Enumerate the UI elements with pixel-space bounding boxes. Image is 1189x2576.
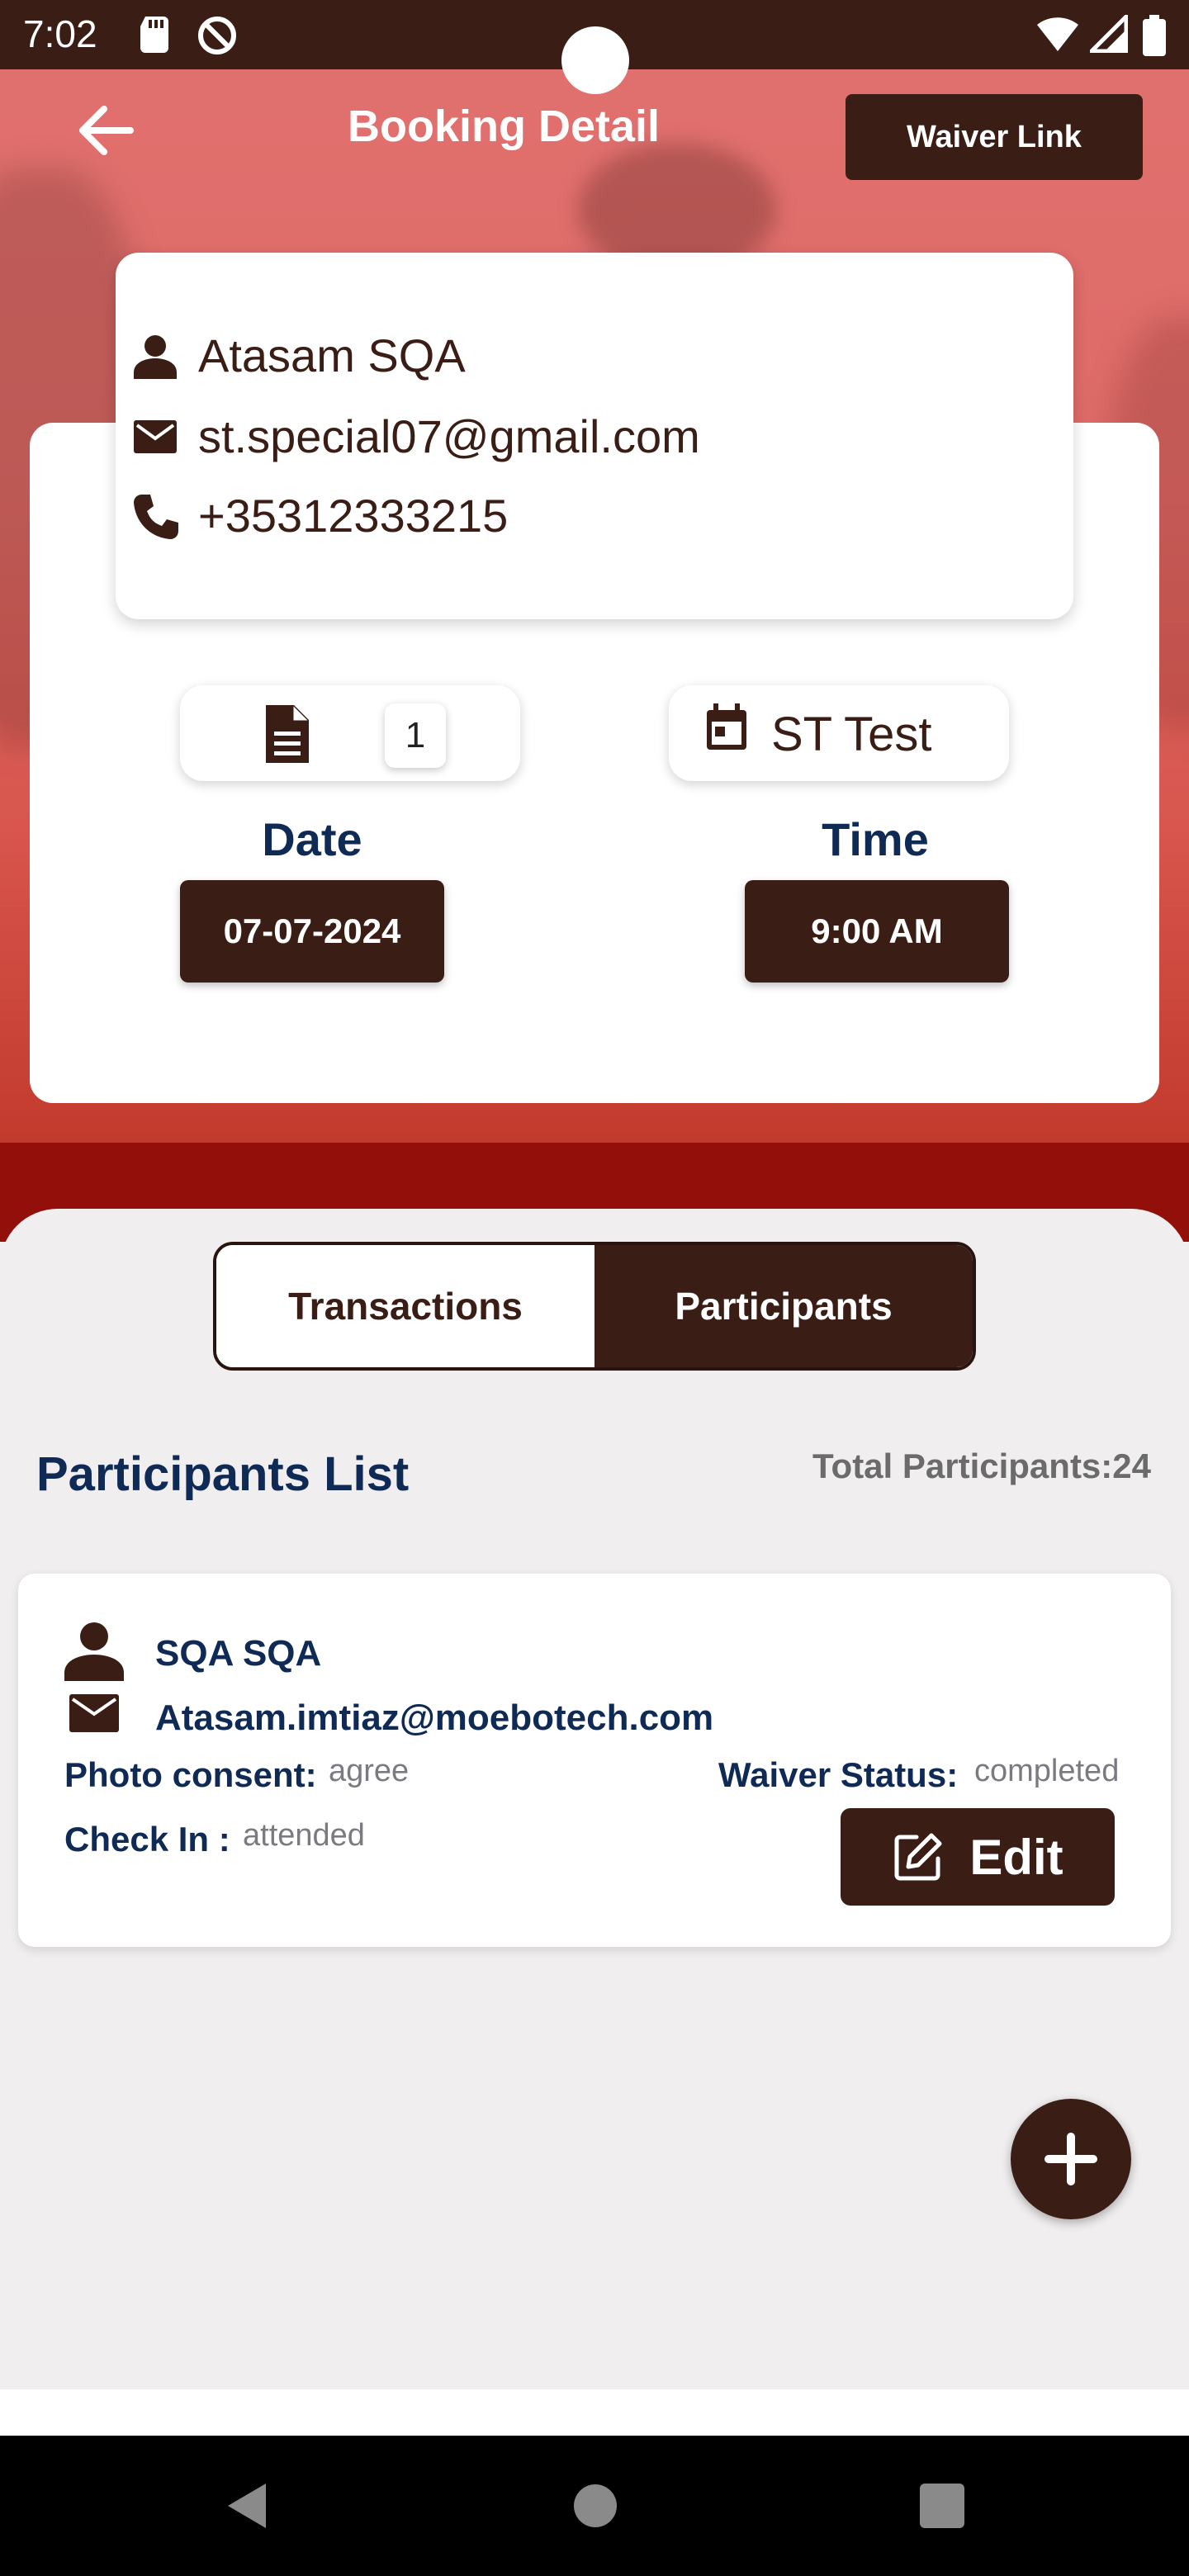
email-icon — [134, 419, 177, 453]
documents-pill[interactable] — [180, 685, 520, 781]
waiver-link-button[interactable]: Waiver Link — [846, 94, 1143, 180]
sd-card-icon — [140, 17, 168, 53]
contact-phone-row: +35312333215 — [130, 489, 508, 542]
battery-icon — [1143, 15, 1166, 56]
nav-recents-icon[interactable] — [913, 2477, 971, 2535]
contact-name: Atasam SQA — [198, 329, 466, 381]
plus-icon — [1045, 2133, 1097, 2185]
edit-label: Edit — [969, 1829, 1063, 1885]
calendar-icon — [707, 703, 746, 750]
tab-transactions[interactable]: Transactions — [216, 1245, 594, 1367]
person-icon — [134, 334, 177, 379]
waiver-status-label: Waiver Status: — [718, 1755, 959, 1794]
status-time: 7:02 — [23, 12, 97, 55]
edit-participant-button[interactable]: Edit — [841, 1808, 1115, 1906]
page-title: Booking Detail — [347, 102, 661, 151]
event-pill[interactable]: ST Test — [669, 685, 1009, 781]
signal-icon — [1090, 15, 1128, 53]
tab-participants[interactable]: Participants — [594, 1245, 973, 1367]
document-icon — [266, 705, 309, 763]
contact-email: st.special07@gmail.com — [198, 410, 700, 462]
contact-email-row: st.special07@gmail.com — [130, 410, 700, 463]
phone-icon — [134, 494, 178, 539]
check-in-label: Check In : — [64, 1820, 230, 1859]
photo-consent-value: agree — [329, 1754, 410, 1788]
add-participant-button[interactable] — [1011, 2099, 1131, 2219]
email-icon — [69, 1694, 119, 1732]
wifi-icon — [1037, 17, 1078, 51]
edit-icon — [894, 1833, 942, 1881]
nav-back-icon[interactable] — [220, 2477, 277, 2535]
participant-email: Atasam.imtiaz@moebotech.com — [155, 1698, 714, 1738]
date-label: Date — [262, 813, 362, 865]
tab-switcher: Transactions Participants — [213, 1242, 976, 1371]
do-not-disturb-icon — [198, 17, 236, 54]
bottom-strip — [0, 2389, 1189, 2436]
person-icon — [64, 1622, 124, 1681]
waiver-status-value: completed — [974, 1754, 1120, 1788]
date-button[interactable]: 07-07-2024 — [180, 880, 444, 983]
contact-name-row: Atasam SQA — [130, 329, 466, 382]
camera-cutout — [561, 26, 629, 94]
system-navigation-bar — [0, 2436, 1189, 2576]
event-name: ST Test — [771, 708, 932, 761]
check-in-value: attended — [243, 1818, 365, 1853]
contact-phone: +35312333215 — [198, 490, 509, 542]
nav-home-icon[interactable] — [566, 2477, 624, 2535]
contact-card: Atasam SQA st.special07@gmail.com +35312… — [116, 253, 1073, 619]
time-label: Time — [822, 813, 929, 865]
document-count-badge: 1 — [385, 703, 446, 768]
participants-list-title: Participants List — [36, 1447, 410, 1501]
participant-name: SQA SQA — [155, 1633, 322, 1674]
total-participants: Total Participants:24 — [812, 1447, 1151, 1485]
time-button[interactable]: 9:00 AM — [745, 880, 1009, 983]
photo-consent-label: Photo consent: — [64, 1755, 317, 1794]
arrow-left-icon[interactable] — [73, 97, 139, 163]
